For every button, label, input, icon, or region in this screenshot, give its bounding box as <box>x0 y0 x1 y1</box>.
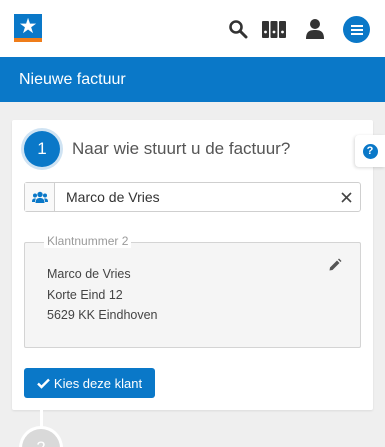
step-number-1: 1 <box>24 131 60 167</box>
menu-icon <box>350 24 363 35</box>
client-street: Korte Eind 12 <box>47 288 123 302</box>
logo[interactable]: ★ <box>14 14 42 42</box>
search-icon <box>229 20 248 39</box>
account-button[interactable] <box>302 16 328 42</box>
choose-client-button[interactable]: Kies deze klant <box>24 368 155 398</box>
top-bar: ★ <box>0 0 385 57</box>
help-button[interactable]: ? <box>355 135 385 167</box>
binders-icon <box>262 21 286 38</box>
edit-client-button[interactable] <box>328 258 344 274</box>
user-icon <box>306 19 324 39</box>
client-city: 5629 KK Eindhoven <box>47 308 158 322</box>
check-icon <box>37 378 50 389</box>
archive-button[interactable] <box>261 16 287 42</box>
step-title: Naar wie stuurt u de factuur? <box>72 139 291 158</box>
pencil-icon <box>329 258 342 271</box>
close-icon <box>340 191 352 203</box>
clear-client-button[interactable] <box>332 183 360 211</box>
help-icon: ? <box>362 143 378 159</box>
menu-button[interactable] <box>343 16 370 43</box>
client-number-legend: Klantnummer 2 <box>44 234 132 248</box>
client-input-value[interactable]: Marco de Vries <box>55 183 332 211</box>
step-number-2: 2 <box>22 429 60 447</box>
users-icon <box>31 191 48 203</box>
star-icon: ★ <box>18 14 38 38</box>
client-name: Marco de Vries <box>47 267 131 281</box>
client-field-addon <box>25 183 55 211</box>
choose-client-label: Kies deze klant <box>53 375 143 391</box>
page-title: Nieuwe factuur <box>0 57 385 102</box>
client-search-field[interactable]: Marco de Vries <box>24 182 361 212</box>
search-button[interactable] <box>225 16 251 42</box>
